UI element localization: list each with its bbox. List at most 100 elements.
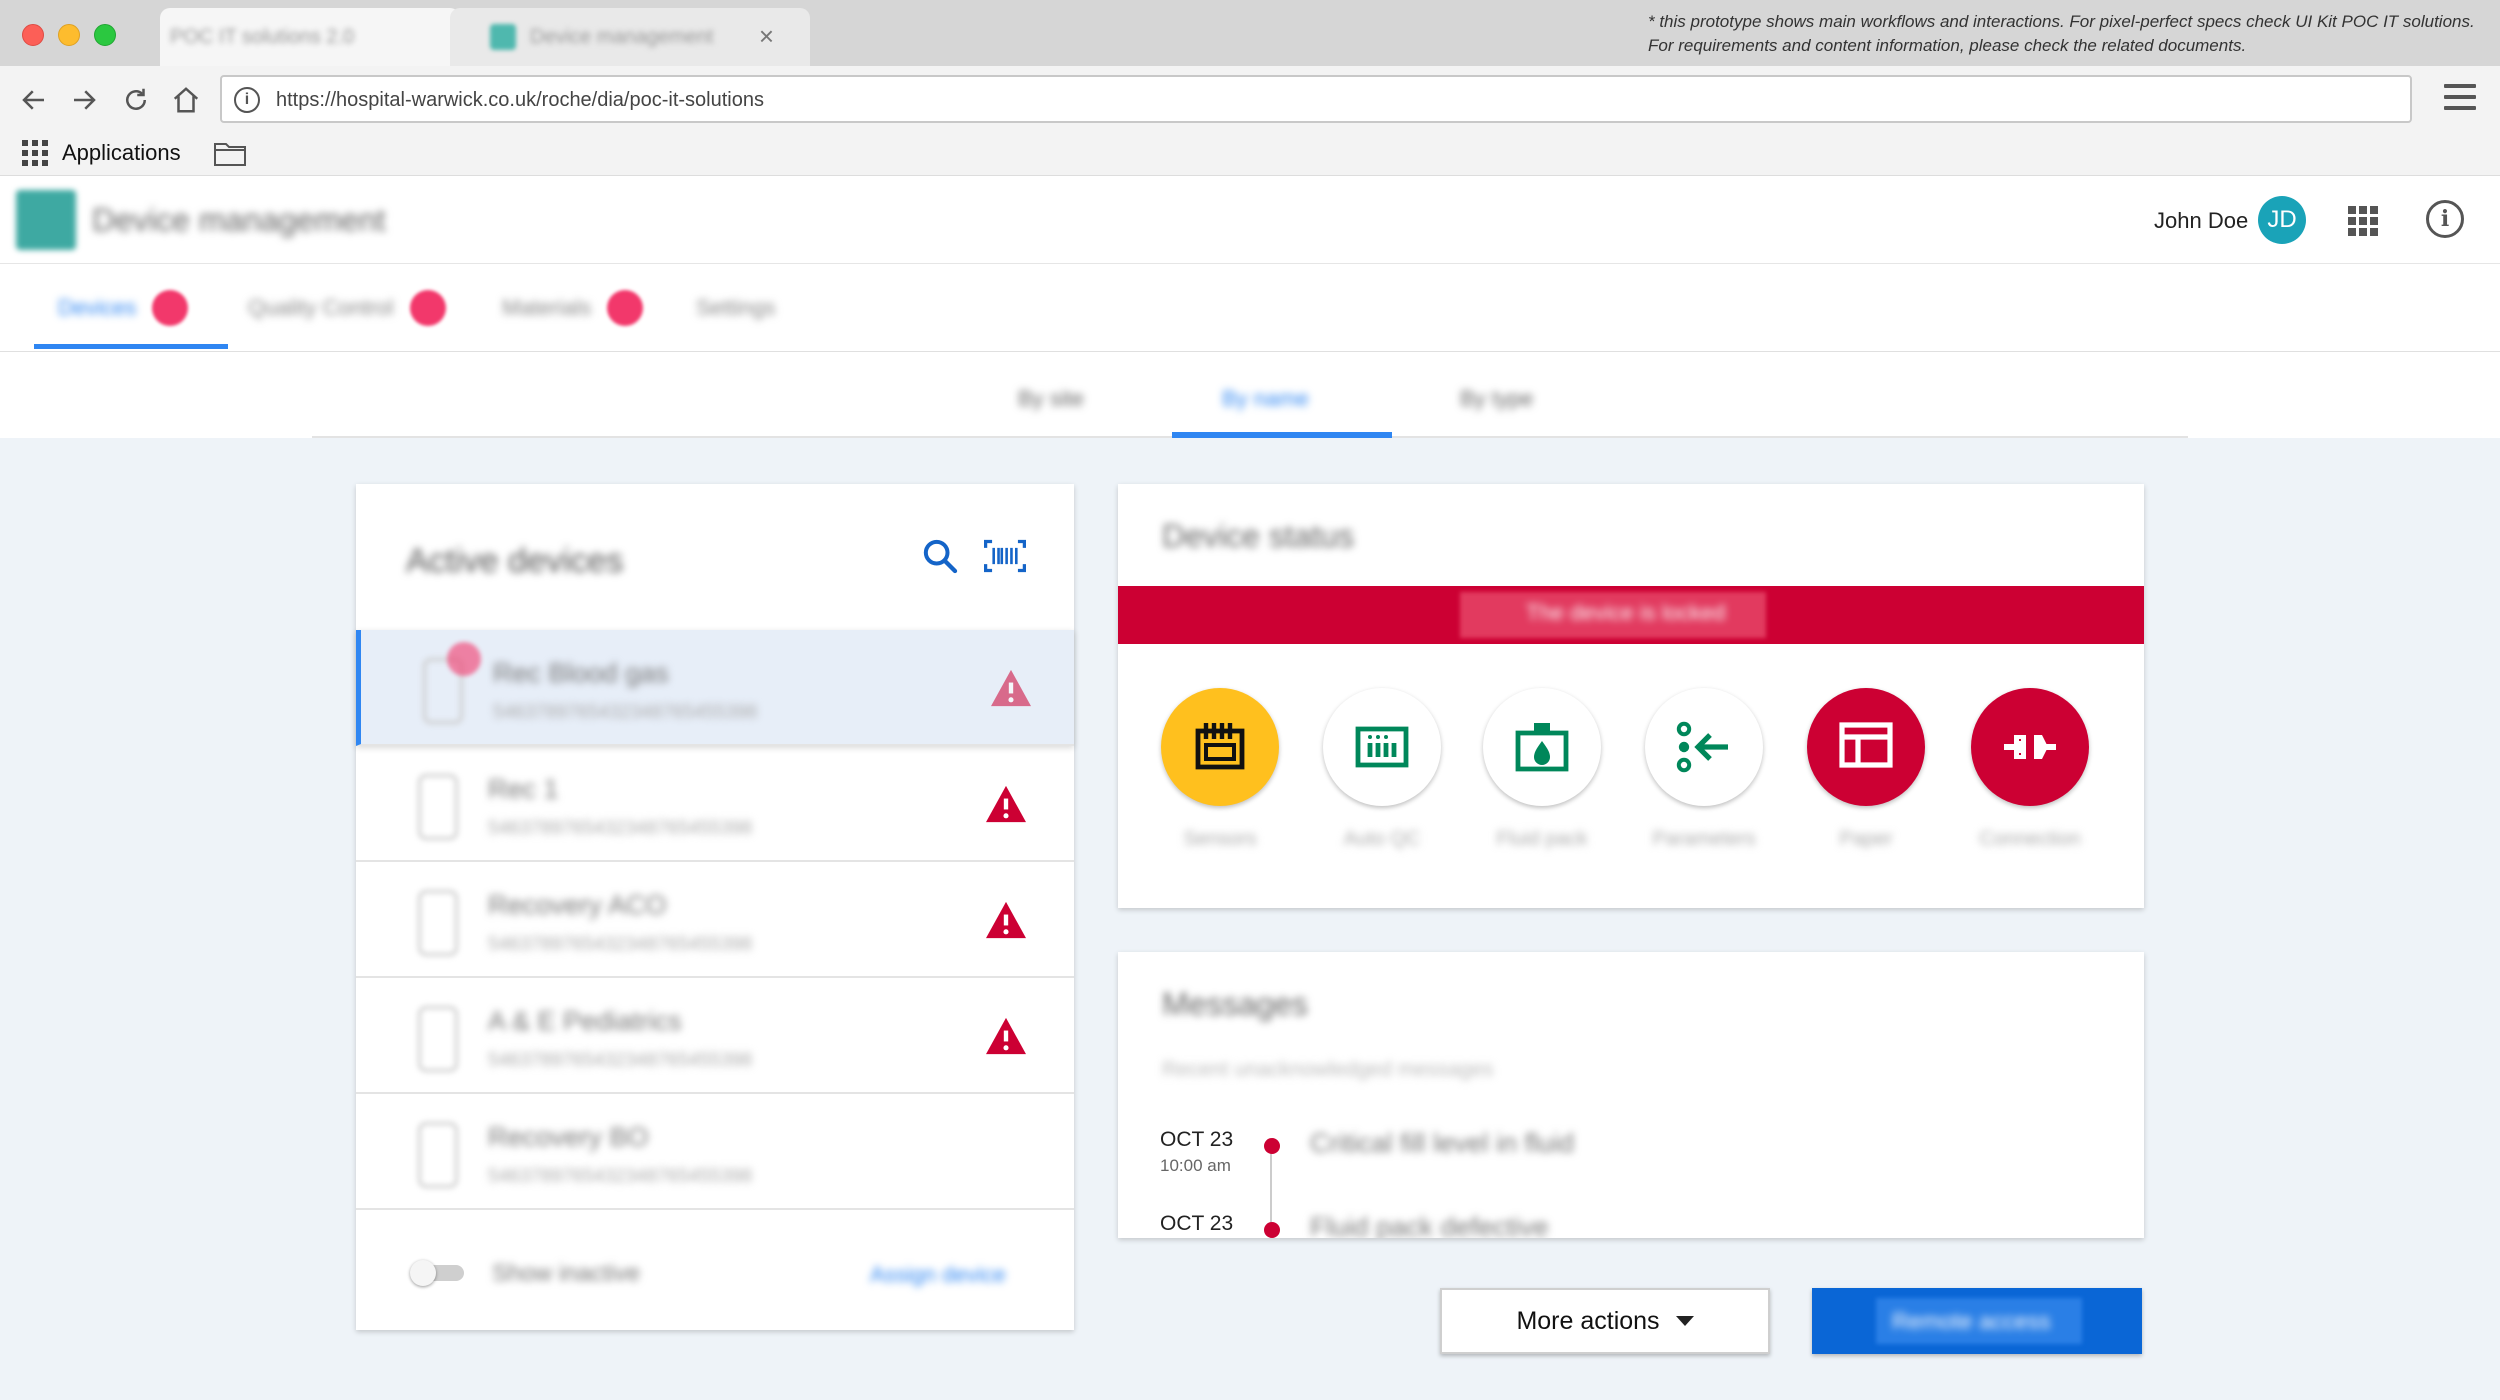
status-label: Paper: [1839, 828, 1893, 850]
status-paper[interactable]: Paper: [1786, 688, 1946, 851]
status-connection[interactable]: Connection: [1950, 688, 2110, 851]
browser-toolbar: i https://hospital-warwick.co.uk/roche/d…: [0, 66, 2500, 134]
applications-bookmark[interactable]: Applications: [62, 140, 181, 166]
more-actions-button[interactable]: More actions: [1440, 1288, 1770, 1354]
search-icon[interactable]: [920, 536, 960, 576]
active-devices-panel: Active devices Rec Blood gas 54637897654…: [356, 484, 1074, 1330]
fluid-pack-icon: [1515, 723, 1569, 772]
message-item[interactable]: OCT 23 10:00 am Critical fill level in f…: [1160, 1128, 2120, 1188]
messages-panel: Messages Recent unacknowledged messages …: [1118, 952, 2144, 1238]
forward-button[interactable]: [66, 82, 102, 118]
notification-badge: [152, 290, 189, 326]
browser-tab-title: Device management: [530, 26, 714, 48]
address-bar[interactable]: i https://hospital-warwick.co.uk/roche/d…: [220, 75, 2412, 123]
warning-icon: [986, 785, 1026, 823]
url-text[interactable]: https://hospital-warwick.co.uk/roche/dia…: [276, 89, 764, 112]
back-button[interactable]: [16, 82, 52, 118]
device-icon: [418, 890, 458, 956]
status-fluid-pack[interactable]: Fluid pack: [1462, 688, 1622, 851]
tab-label: Settings: [696, 295, 776, 320]
avatar[interactable]: JD: [2258, 196, 2306, 244]
device-serial: 5463789765432348765455398: [493, 702, 758, 723]
device-status-panel: Device status The device is locked Senso…: [1118, 484, 2144, 908]
site-info-icon[interactable]: i: [234, 87, 260, 113]
remote-access-button[interactable]: Remote access: [1812, 1288, 2142, 1354]
device-row[interactable]: A & E Pediatrics 54637897654323487654553…: [356, 978, 1074, 1094]
status-label: Auto QC: [1343, 828, 1421, 850]
device-row[interactable]: Recovery BO 5463789765432348765455398: [356, 1094, 1074, 1210]
panel-title: Messages: [1162, 986, 1308, 1022]
device-row[interactable]: Rec Blood gas 5463789765432348765455398: [356, 630, 1074, 746]
assign-device-link[interactable]: Assign device: [870, 1262, 1006, 1288]
home-icon: [173, 87, 199, 113]
status-label: Sensors: [1183, 828, 1257, 850]
apps-grid-icon[interactable]: [22, 140, 48, 166]
window-maximize-button[interactable]: [94, 24, 116, 46]
tab-settings[interactable]: Settings: [696, 288, 776, 328]
status-label: Fluid pack: [1496, 828, 1588, 850]
browser-tab-title: POC IT solutions 2.0: [170, 26, 355, 48]
app-logo: [16, 190, 76, 250]
timeline-dot: [1264, 1222, 1280, 1238]
favicon-icon: [490, 24, 516, 50]
barcode-scan-icon[interactable]: [984, 536, 1026, 576]
panel-title: Active devices: [406, 542, 624, 580]
window-minimize-button[interactable]: [58, 24, 80, 46]
device-serial: 5463789765432348765455398: [488, 818, 753, 839]
info-icon[interactable]: i: [2426, 200, 2464, 238]
home-button[interactable]: [168, 82, 204, 118]
user-name[interactable]: John Doe: [2154, 208, 2248, 234]
active-tab-indicator: [34, 344, 228, 349]
close-tab-icon[interactable]: ×: [759, 21, 774, 52]
app-launcher-icon[interactable]: [2348, 206, 2378, 236]
reload-icon: [126, 88, 146, 110]
show-inactive-toggle[interactable]: [410, 1260, 466, 1286]
notification-badge: [607, 290, 644, 326]
tab-quality-control[interactable]: Quality Control: [248, 288, 446, 328]
device-name: Recovery ACO: [488, 890, 667, 920]
warning-icon: [986, 901, 1026, 939]
sensor-cartridge-icon: [1195, 723, 1245, 770]
paper-icon: [1839, 722, 1893, 768]
folder-icon[interactable]: [214, 142, 246, 166]
panel-subtitle: Recent unacknowledged messages: [1162, 1058, 1494, 1081]
tab-by-name[interactable]: By name: [1222, 386, 1309, 412]
button-label: Remote access: [1892, 1308, 2051, 1334]
browser-tab-1[interactable]: POC IT solutions 2.0: [160, 8, 460, 66]
device-serial: 5463789765432348765455398: [488, 934, 753, 955]
tab-label: Materials: [502, 295, 592, 320]
reload-button[interactable]: [118, 82, 154, 118]
message-date: OCT 23: [1160, 1128, 1234, 1151]
connection-icon: [2004, 735, 2056, 759]
device-name: Rec 1: [488, 774, 559, 804]
status-auto-qc[interactable]: Auto QC: [1302, 688, 1462, 851]
arrow-left-icon: [22, 90, 44, 110]
chevron-down-icon: [1675, 1316, 1694, 1326]
notification-badge: [409, 290, 446, 326]
tab-by-site[interactable]: By site: [1018, 386, 1084, 412]
status-sensors[interactable]: Sensors: [1140, 688, 1300, 851]
message-date: OCT 23: [1160, 1212, 1234, 1235]
hamburger-icon: [2444, 84, 2476, 88]
button-label: More actions: [1516, 1306, 1660, 1335]
message-item[interactable]: OCT 23 Fluid pack defective: [1160, 1212, 2120, 1238]
browser-tab-2[interactable]: Device management ×: [450, 8, 810, 66]
device-name: A & E Pediatrics: [488, 1006, 682, 1036]
status-label: Connection: [1979, 828, 2081, 850]
browser-menu-button[interactable]: [2444, 84, 2476, 114]
device-icon: [418, 774, 458, 840]
window-close-button[interactable]: [22, 24, 44, 46]
tab-devices[interactable]: Devices: [58, 288, 189, 328]
timeline-dot: [1264, 1138, 1280, 1154]
auto-qc-icon: [1355, 726, 1409, 768]
status-parameters[interactable]: Parameters: [1624, 688, 1784, 851]
tab-by-type[interactable]: By type: [1460, 386, 1533, 412]
device-row[interactable]: Recovery ACO 5463789765432348765455398: [356, 862, 1074, 978]
device-serial: 5463789765432348765455398: [488, 1166, 753, 1187]
tab-materials[interactable]: Materials: [502, 288, 644, 328]
status-label: Parameters: [1652, 828, 1756, 850]
device-row[interactable]: Rec 1 5463789765432348765455398: [356, 746, 1074, 862]
active-tab-indicator: [1172, 432, 1392, 438]
locked-message: The device is locked: [1526, 600, 1726, 625]
page-title: Device management: [92, 202, 386, 238]
